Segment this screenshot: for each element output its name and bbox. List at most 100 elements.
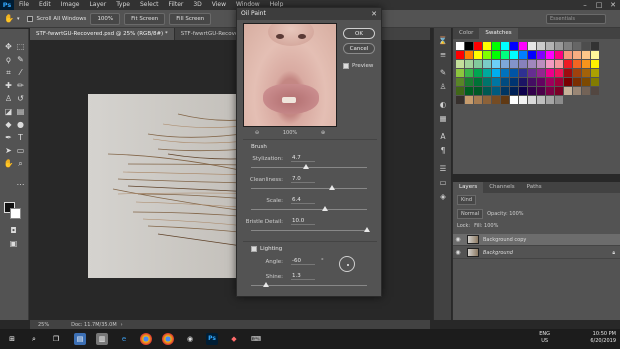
adjustments-icon[interactable]: ◐: [438, 100, 448, 110]
path-select-tool-icon[interactable]: ➤: [3, 145, 14, 156]
status-arrow-icon[interactable]: ›: [121, 322, 123, 328]
swatch[interactable]: [564, 87, 572, 95]
clone-stamp-tool-icon[interactable]: ♙: [3, 93, 14, 104]
eraser-tool-icon[interactable]: ◪: [3, 106, 14, 117]
swatch[interactable]: [537, 42, 545, 50]
libraries-icon[interactable]: ☰: [438, 164, 448, 174]
close-icon[interactable]: ✕: [371, 8, 377, 20]
swatch[interactable]: [537, 96, 545, 104]
swatch[interactable]: [591, 78, 599, 86]
hand-tool-icon-2[interactable]: ✋: [3, 158, 14, 169]
windows-start-icon[interactable]: ⊞: [6, 333, 18, 345]
swatch[interactable]: [474, 60, 482, 68]
properties-icon[interactable]: ≡: [438, 50, 448, 60]
swatch[interactable]: [564, 42, 572, 50]
swatch[interactable]: [564, 69, 572, 77]
3d-icon[interactable]: ◈: [438, 192, 448, 202]
filter-preview[interactable]: [243, 23, 337, 127]
doc-size[interactable]: Doc: 11.7M/35.0M: [71, 322, 117, 328]
swatch[interactable]: [474, 96, 482, 104]
ok-button[interactable]: OK: [343, 28, 375, 39]
swatch[interactable]: [573, 60, 581, 68]
angle-input[interactable]: -60: [291, 258, 315, 265]
swatch[interactable]: [474, 42, 482, 50]
quick-select-tool-icon[interactable]: ✎: [15, 54, 26, 65]
navigator-icon[interactable]: ▭: [438, 178, 448, 188]
menu-image[interactable]: Image: [56, 0, 85, 10]
param-slider-track[interactable]: [251, 188, 367, 189]
dodge-tool-icon[interactable]: ●: [15, 119, 26, 130]
maximize-icon[interactable]: □: [592, 0, 606, 10]
hand-tool-icon[interactable]: ✋: [4, 14, 14, 23]
crop-tool-icon[interactable]: ⌗: [3, 67, 14, 78]
swatch[interactable]: [573, 87, 581, 95]
swatch[interactable]: [474, 51, 482, 59]
param-slider-knob[interactable]: [329, 185, 336, 190]
blend-mode-select[interactable]: Normal: [457, 209, 484, 219]
swatch[interactable]: [456, 87, 464, 95]
eye-icon[interactable]: ◉: [453, 236, 463, 243]
swatch[interactable]: [528, 51, 536, 59]
swatch[interactable]: [546, 78, 554, 86]
swatch[interactable]: [465, 42, 473, 50]
shape-tool-icon[interactable]: ▭: [15, 145, 26, 156]
edge-icon[interactable]: e: [118, 333, 130, 345]
swatch[interactable]: [555, 60, 563, 68]
swatch[interactable]: [510, 69, 518, 77]
layer-name[interactable]: Background copy: [483, 237, 526, 243]
menu-edit[interactable]: Edit: [34, 0, 56, 10]
swatch[interactable]: [528, 42, 536, 50]
param-slider-knob[interactable]: [302, 164, 309, 169]
swatch[interactable]: [591, 42, 599, 50]
param-value-input[interactable]: 7.0: [291, 176, 315, 183]
file-explorer-icon[interactable]: ▤: [74, 333, 86, 345]
checkbox-box[interactable]: [343, 63, 349, 69]
paragraph-icon[interactable]: ¶: [438, 146, 448, 156]
pen-tool-icon[interactable]: ✒: [3, 132, 14, 143]
swatch[interactable]: [465, 60, 473, 68]
param-slider-track[interactable]: [251, 209, 367, 210]
swatch[interactable]: [555, 96, 563, 104]
swatch[interactable]: [582, 42, 590, 50]
dialog-title-bar[interactable]: Oil Paint ✕: [237, 8, 381, 20]
swatch[interactable]: [519, 87, 527, 95]
layer-kind-select[interactable]: Kind: [457, 195, 477, 205]
type-tool-icon[interactable]: T: [15, 132, 26, 143]
swatch[interactable]: [501, 42, 509, 50]
param-value-input[interactable]: 6.4: [291, 197, 315, 204]
scroll-all-windows-checkbox[interactable]: Scroll All Windows: [27, 15, 86, 22]
blur-tool-icon[interactable]: ◆: [3, 119, 14, 130]
swatch[interactable]: [510, 87, 518, 95]
zoom-level[interactable]: 25%: [38, 322, 49, 328]
swatch[interactable]: [546, 42, 554, 50]
swatch[interactable]: [492, 78, 500, 86]
move-tool-icon[interactable]: ✥: [3, 41, 14, 52]
param-value-input[interactable]: 10.0: [291, 218, 315, 225]
background-color[interactable]: [10, 208, 21, 219]
minimize-icon[interactable]: –: [578, 0, 592, 10]
fit-screen-button[interactable]: Fit Screen: [124, 12, 166, 25]
screen-mode-icon[interactable]: ▣: [8, 238, 19, 249]
brush-panel-icon[interactable]: ✎: [438, 68, 448, 78]
swatch[interactable]: [528, 87, 536, 95]
menu-filter[interactable]: Filter: [164, 0, 189, 10]
swatch[interactable]: [555, 51, 563, 59]
zoom-tool-icon[interactable]: ⌕: [15, 158, 26, 169]
swatch[interactable]: [555, 87, 563, 95]
swatch[interactable]: [510, 42, 518, 50]
swatch[interactable]: [519, 51, 527, 59]
swatch[interactable]: [555, 69, 563, 77]
swatch[interactable]: [492, 60, 500, 68]
swatch[interactable]: [483, 87, 491, 95]
swatch[interactable]: [555, 78, 563, 86]
checkbox-box[interactable]: [27, 15, 34, 22]
swatch[interactable]: [573, 51, 581, 59]
swatch[interactable]: [483, 51, 491, 59]
swatch[interactable]: [465, 87, 473, 95]
swatch[interactable]: [573, 78, 581, 86]
tab-document-psd[interactable]: STF-fwwrtGU-Recovered.psd @ 25% (RGB/8#)…: [30, 28, 175, 40]
fill-control[interactable]: Fill: 100%: [474, 223, 498, 229]
media-player-icon[interactable]: ◉: [184, 333, 196, 345]
character-icon[interactable]: A: [438, 132, 448, 142]
swatch[interactable]: [582, 60, 590, 68]
